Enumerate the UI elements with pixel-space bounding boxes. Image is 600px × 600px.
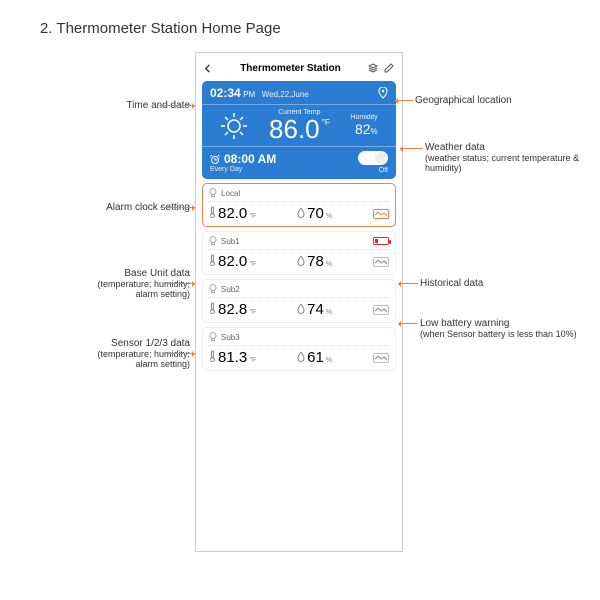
weather-row: Current Temp 86.0°F Humidity 82%	[210, 109, 388, 142]
card-temp-unit: °F	[249, 357, 256, 364]
sensor-card[interactable]: Local 82.0°F 70%	[202, 183, 396, 227]
card-temp: 82.0	[218, 205, 247, 222]
clock-time: 02:34 PM Wed,22,June	[210, 86, 309, 100]
droplet-icon	[297, 352, 305, 362]
droplet-icon	[297, 208, 305, 218]
sensor-list: Local82.0°F70%Sub182.0°F78%Sub282.8°F74%…	[202, 183, 396, 375]
lightbulb-icon	[209, 284, 217, 294]
thermometer-icon	[209, 254, 216, 266]
alarm-time: 08:00 AM	[224, 152, 276, 166]
temp-label: Current Temp	[278, 109, 320, 116]
datetime-row: 02:34 PM Wed,22,June	[210, 86, 388, 100]
date-value: Wed,22,June	[262, 90, 309, 99]
alarm-clock-icon	[210, 154, 220, 164]
ann-weather: Weather data(weather status; current tem…	[425, 142, 600, 173]
card-hum-unit: %	[326, 213, 332, 220]
card-temp: 82.0	[218, 253, 247, 270]
card-temp: 81.3	[218, 349, 247, 366]
ann-hist: Historical data	[420, 278, 483, 289]
droplet-icon	[297, 256, 305, 266]
card-temp-unit: °F	[249, 261, 256, 268]
ann-sensor-sub: (temperature; humidity; alarm setting)	[75, 349, 190, 369]
layers-icon[interactable]	[368, 63, 378, 73]
current-temp: Current Temp 86.0°F	[269, 109, 330, 142]
thermometer-icon	[209, 206, 216, 218]
card-name: Sub2	[221, 285, 240, 294]
thermometer-icon	[209, 302, 216, 314]
sensor-card[interactable]: Sub3 81.3°F 61%	[202, 327, 396, 371]
sensor-card[interactable]: Sub1 82.0°F 78%	[202, 231, 396, 275]
card-name: Sub3	[221, 333, 240, 342]
phone-screen: Thermometer Station 02:34 PM Wed,22,June…	[195, 52, 403, 552]
lightbulb-icon	[209, 188, 217, 198]
history-chart-icon[interactable]	[373, 305, 389, 315]
temp-value: 86.0	[269, 116, 320, 142]
lightbulb-icon	[209, 332, 217, 342]
card-hum: 61	[307, 349, 324, 366]
edit-icon[interactable]	[384, 63, 394, 73]
sensor-card[interactable]: Sub2 82.8°F 74%	[202, 279, 396, 323]
card-name: Sub1	[221, 237, 240, 246]
sun-icon	[220, 112, 248, 140]
doc-section-title: 2. Thermometer Station Home Page	[40, 20, 281, 37]
lightbulb-icon	[209, 236, 217, 246]
card-temp-unit: °F	[249, 213, 256, 220]
humidity-value: 82	[355, 121, 371, 137]
alarm-toggle[interactable]	[358, 151, 388, 165]
time-value: 02:34	[210, 86, 241, 100]
back-icon[interactable]	[204, 64, 213, 73]
ann-batt: Low battery warning(when Sensor battery …	[420, 318, 577, 339]
droplet-icon	[297, 304, 305, 314]
card-temp-unit: °F	[249, 309, 256, 316]
temp-unit: °F	[322, 118, 330, 127]
ann-batt-sub: (when Sensor battery is less than 10%)	[420, 329, 577, 339]
alarm-repeat: Every Day	[210, 166, 276, 173]
time-ampm: PM	[243, 90, 255, 99]
history-chart-icon[interactable]	[373, 209, 389, 219]
alarm-row[interactable]: 08:00 AM Every Day Off	[210, 151, 388, 174]
thermometer-icon	[209, 350, 216, 362]
alarm-state: Off	[379, 167, 388, 174]
card-temp: 82.8	[218, 301, 247, 318]
ann-geo: Geographical location	[415, 95, 512, 106]
app-header: Thermometer Station	[202, 59, 396, 77]
card-hum-unit: %	[326, 261, 332, 268]
card-name: Local	[221, 189, 240, 198]
current-humidity: Humidity 82%	[350, 114, 377, 137]
humidity-label: Humidity	[350, 114, 377, 121]
location-pin-icon[interactable]	[378, 87, 388, 99]
weather-panel: 02:34 PM Wed,22,June Current Temp 86.0°F…	[202, 81, 396, 179]
card-hum: 78	[307, 253, 324, 270]
low-battery-icon	[373, 237, 389, 245]
history-chart-icon[interactable]	[373, 257, 389, 267]
history-chart-icon[interactable]	[373, 353, 389, 363]
card-hum: 70	[307, 205, 324, 222]
humidity-unit: %	[371, 127, 378, 136]
card-hum-unit: %	[326, 309, 332, 316]
card-hum: 74	[307, 301, 324, 318]
ann-base-sub: (temperature; humidity; alarm setting)	[85, 279, 190, 299]
page-title: Thermometer Station	[240, 63, 341, 74]
ann-weather-sub: (weather status; current temperature & h…	[425, 153, 600, 173]
card-hum-unit: %	[326, 357, 332, 364]
